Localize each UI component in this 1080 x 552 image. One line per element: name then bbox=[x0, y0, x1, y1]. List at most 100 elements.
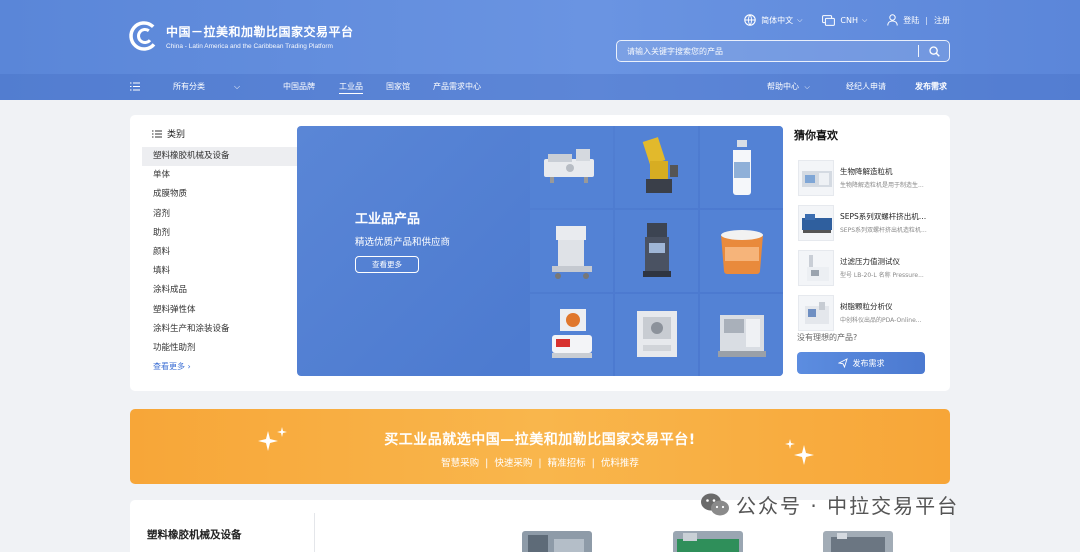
category-item[interactable]: 成膜物质 bbox=[142, 185, 298, 204]
promo-title: 买工业品就选中国—拉美和加勒比国家交易平台! bbox=[384, 432, 696, 448]
nav-broker-label: 经纪人申请 bbox=[846, 82, 886, 91]
category-item[interactable]: 涂料成品 bbox=[142, 281, 298, 300]
category-heading-label: 类别 bbox=[167, 130, 186, 140]
publish-demand-label: 发布需求 bbox=[852, 358, 885, 368]
product-tile[interactable] bbox=[615, 294, 698, 376]
category-item[interactable]: 颜料 bbox=[142, 243, 298, 262]
nav-industrial[interactable]: 工业品 bbox=[339, 74, 363, 100]
currency-selector[interactable]: CNH ⌵ bbox=[822, 14, 867, 26]
chevron-right-icon: › bbox=[187, 362, 191, 371]
section-product-image[interactable] bbox=[673, 531, 743, 552]
search-input[interactable] bbox=[617, 41, 918, 61]
search-icon bbox=[928, 45, 940, 57]
product-tile[interactable] bbox=[700, 294, 783, 376]
product-tile[interactable] bbox=[530, 210, 613, 292]
machine-image bbox=[717, 315, 766, 357]
product-image-grid bbox=[530, 126, 783, 376]
bottle-image bbox=[732, 140, 751, 195]
guess-item[interactable]: SEPS系列双螺杆挤出机造... SEPS系列双螺杆挤出机造粒机... bbox=[798, 200, 938, 245]
category-item[interactable]: 单体 bbox=[142, 166, 298, 185]
separator: | bbox=[925, 15, 928, 25]
nav-item-label: 中国品牌 bbox=[283, 82, 315, 91]
cabinet-image bbox=[636, 311, 677, 357]
login-link[interactable]: 登陆 bbox=[903, 15, 919, 26]
logo-subtitle: China - Latin America and the Caribbean … bbox=[166, 42, 333, 50]
watermark: 公众号 · 中拉交易平台 bbox=[700, 490, 959, 519]
watermark-text: 公众号 · 中拉交易平台 bbox=[736, 494, 960, 518]
granulator-image bbox=[642, 137, 678, 193]
section-product-image[interactable] bbox=[823, 531, 893, 552]
category-more-link[interactable]: 查看更多 › bbox=[153, 361, 191, 372]
search-button[interactable] bbox=[919, 41, 949, 61]
product-tile[interactable] bbox=[615, 210, 698, 292]
section-divider bbox=[314, 513, 315, 552]
ideal-product-prompt: 没有理想的产品? bbox=[797, 333, 858, 342]
product-tile[interactable] bbox=[530, 126, 613, 208]
guess-item-name: SEPS系列双螺杆挤出机造... bbox=[840, 212, 932, 221]
guess-item-desc: 中创科仪出品的PDA-Online... bbox=[840, 317, 922, 324]
section-product-image[interactable] bbox=[522, 531, 592, 552]
category-item[interactable]: 塑料橡胶机械及设备 bbox=[142, 147, 298, 167]
publish-demand-button[interactable]: 发布需求 bbox=[797, 352, 925, 374]
analyzer-image bbox=[551, 309, 592, 358]
nav-demand-center[interactable]: 产品需求中心 bbox=[433, 74, 481, 100]
language-label: 简体中文 bbox=[761, 15, 794, 25]
category-item[interactable]: 助剂 bbox=[142, 224, 298, 243]
account-links: 登陆 | 注册 bbox=[887, 14, 950, 26]
guess-item-desc: SEPS系列双螺杆挤出机造粒机... bbox=[840, 227, 927, 234]
guess-item-name: 过滤压力值测试仪 bbox=[840, 257, 900, 266]
promo-tag: 快速采购 bbox=[494, 458, 533, 469]
nav-country-pavilion[interactable]: 国家馆 bbox=[386, 74, 410, 100]
promo-tag: 优料推荐 bbox=[600, 458, 639, 469]
send-icon bbox=[837, 358, 848, 368]
search-divider bbox=[918, 45, 919, 57]
chevron-down-icon[interactable]: ⌵ bbox=[234, 74, 240, 100]
nav-item-label: 产品需求中心 bbox=[433, 82, 481, 91]
guess-you-like-title: 猜你喜欢 bbox=[794, 129, 838, 142]
logo[interactable]: 中国－拉美和加勒比国家交易平台 China - Latin America an… bbox=[128, 20, 354, 52]
industrial-banner: 工业品产品 精选优质产品和供应商 查看更多 bbox=[297, 126, 783, 376]
product-tile[interactable] bbox=[615, 126, 698, 208]
paint-bucket-image bbox=[720, 230, 763, 274]
product-thumbnail bbox=[798, 294, 834, 331]
banner-title: 工业品产品 bbox=[355, 212, 421, 227]
language-selector[interactable]: 简体中文 ⌵ bbox=[744, 14, 802, 26]
nav-china-brand[interactable]: 中国品牌 bbox=[283, 74, 315, 100]
product-thumbnail bbox=[798, 204, 834, 241]
guess-item[interactable]: 过滤压力值测试仪 型号 LB-20-L 名称 Pressure... bbox=[798, 245, 938, 290]
banner-view-more-button[interactable]: 查看更多 bbox=[355, 256, 419, 273]
product-tile[interactable] bbox=[700, 126, 783, 208]
nav-publish-demand[interactable]: 发布需求 bbox=[915, 74, 947, 100]
nav-help-center[interactable]: 帮助中心 ⌵ bbox=[767, 74, 810, 100]
category-item[interactable]: 溶剂 bbox=[142, 205, 298, 224]
section-title: 塑料橡胶机械及设备 bbox=[147, 529, 242, 541]
separator: | bbox=[538, 458, 542, 469]
category-item[interactable]: 填料 bbox=[142, 262, 298, 281]
crusher-image bbox=[551, 226, 592, 279]
nav-all-categories-label: 所有分类 bbox=[173, 82, 205, 91]
product-thumbnail bbox=[798, 159, 834, 196]
category-heading: 类别 bbox=[152, 127, 185, 140]
guess-item-name: 树脂颗粒分析仪 bbox=[840, 302, 893, 311]
guess-item[interactable]: 生物降解造粒机 生物降解造粒机是用于制造生... bbox=[798, 155, 938, 200]
nav-bar: 所有分类 ⌵ 中国品牌 工业品 国家馆 产品需求中心 帮助中心 ⌵ 经纪人申请 … bbox=[0, 74, 1080, 100]
promo-tags: 智慧采购 | 快速采购 | 精准招标 | 优料推荐 bbox=[130, 455, 950, 469]
separator: | bbox=[485, 458, 489, 469]
list-icon bbox=[152, 129, 162, 138]
logo-title: 中国－拉美和加勒比国家交易平台 bbox=[166, 24, 354, 39]
chevron-down-icon: ⌵ bbox=[797, 15, 803, 24]
machine-image bbox=[543, 149, 594, 183]
category-item[interactable]: 塑料弹性体 bbox=[142, 301, 298, 320]
guess-list: 生物降解造粒机 生物降解造粒机是用于制造生... SEPS系列双螺杆挤出机造..… bbox=[798, 155, 938, 335]
guess-item[interactable]: 树脂颗粒分析仪 中创科仪出品的PDA-Online... bbox=[798, 290, 938, 335]
category-item[interactable]: 涂料生产和涂装设备 bbox=[142, 320, 298, 339]
promo-banner[interactable]: 买工业品就选中国—拉美和加勒比国家交易平台! 智慧采购 | 快速采购 | 精准招标 | 优料… bbox=[130, 409, 950, 484]
user-icon bbox=[887, 14, 898, 26]
nav-all-categories[interactable]: 所有分类 bbox=[173, 74, 205, 100]
register-link[interactable]: 注册 bbox=[934, 15, 950, 26]
product-tile[interactable] bbox=[530, 294, 613, 376]
menu-icon[interactable] bbox=[130, 74, 140, 100]
category-item[interactable]: 功能性助剂 bbox=[142, 339, 298, 358]
product-tile[interactable] bbox=[700, 210, 783, 292]
nav-broker-apply[interactable]: 经纪人申请 bbox=[846, 74, 886, 100]
